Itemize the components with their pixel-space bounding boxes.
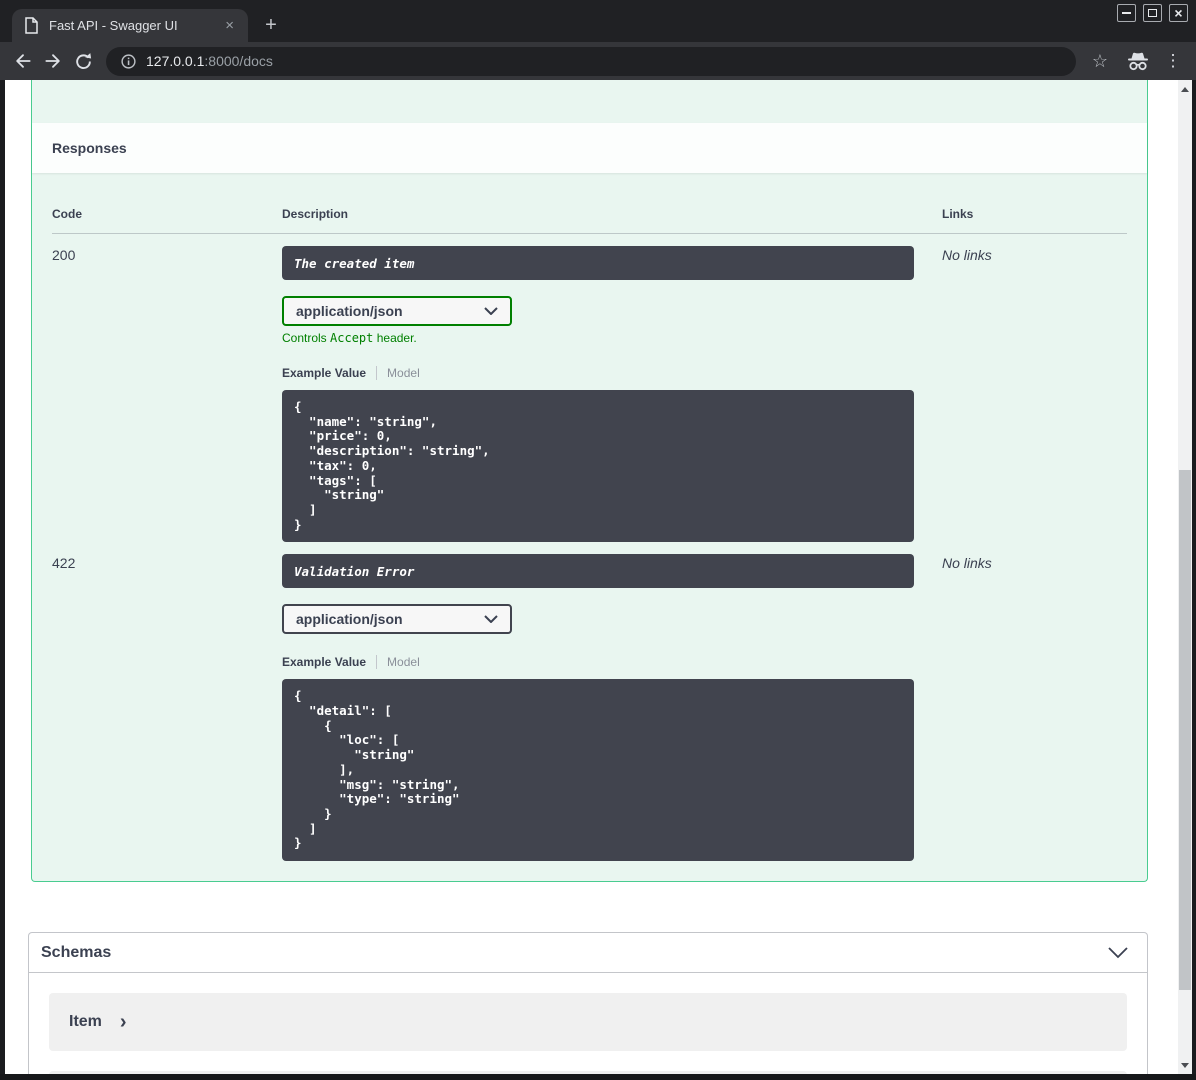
tab-divider: [376, 655, 378, 670]
response-description-cell-200: The created item application/json Contro…: [282, 234, 942, 543]
responses-section-header: Responses: [32, 123, 1147, 173]
incognito-icon: [1122, 50, 1154, 72]
browser-titlebar: Fast API - Swagger UI × + ×: [0, 0, 1196, 42]
tab-model[interactable]: Model: [387, 366, 420, 380]
page-favicon-document-icon: [24, 17, 39, 34]
schemas-header[interactable]: Schemas: [29, 933, 1147, 974]
example-json-block: { "detail": [ { "loc": [ "string" ], "ms…: [282, 679, 914, 862]
example-model-tabs: Example Value Model: [282, 655, 942, 670]
response-description-box: Validation Error: [282, 554, 914, 589]
scrollbar-thumb[interactable]: [1179, 470, 1191, 990]
browser-menu-icon[interactable]: ⋮: [1160, 51, 1186, 71]
forward-button[interactable]: [38, 46, 68, 76]
response-description-text: The created item: [294, 255, 415, 271]
media-type-select[interactable]: application/json: [282, 296, 512, 326]
swagger-page: Responses Code Description Links 200 The…: [0, 80, 1196, 1080]
chevron-right-icon: ›: [119, 1011, 127, 1034]
back-arrow-icon: [16, 54, 31, 68]
response-code-200: 200: [52, 247, 76, 263]
chevron-down-icon: [1108, 947, 1128, 959]
site-info-icon[interactable]: [120, 53, 137, 70]
reload-icon: [75, 52, 91, 69]
maximize-icon: [1148, 9, 1157, 17]
new-tab-button[interactable]: +: [258, 14, 284, 38]
tab-close-icon[interactable]: ×: [221, 18, 238, 33]
scroll-up-button[interactable]: [1178, 82, 1192, 96]
response-links-422: No links: [942, 555, 992, 572]
tab-divider: [376, 366, 378, 380]
tab-example-value[interactable]: Example Value: [282, 366, 366, 380]
url-text: 127.0.0.1:8000/docs: [146, 53, 273, 69]
scroll-down-icon: [1181, 1062, 1189, 1068]
schemas-title: Schemas: [41, 943, 112, 961]
accept-header-note: Controls Accept header.: [282, 331, 942, 345]
model-row-item[interactable]: Item ›: [49, 993, 1127, 1052]
models-list: Item › ValidationError ›: [29, 973, 1147, 1080]
media-type-value: application/json: [296, 303, 403, 319]
window-controls: ×: [1117, 4, 1188, 22]
maximize-button[interactable]: [1143, 4, 1162, 22]
example-json-block: { "name": "string", "price": 0, "descrip…: [282, 390, 914, 543]
opblock-spacer: [32, 80, 1147, 123]
operation-block: Responses Code Description Links 200 The…: [31, 80, 1148, 883]
scroll-down-button[interactable]: [1178, 1058, 1192, 1072]
response-description-text: Validation Error: [294, 563, 415, 579]
response-code-422: 422: [52, 555, 76, 572]
responses-title: Responses: [52, 140, 127, 156]
bookmark-star-icon[interactable]: ☆: [1086, 51, 1114, 72]
example-json-text: { "detail": [ { "loc": [ "string" ], "ms…: [294, 688, 460, 851]
responses-table: Code Description Links 200 The created i…: [52, 193, 1127, 862]
example-json-text: { "name": "string", "price": 0, "descrip…: [294, 399, 490, 532]
response-links-200: No links: [942, 247, 992, 263]
close-icon: ×: [1174, 5, 1183, 21]
back-button[interactable]: [8, 46, 38, 76]
minimize-button[interactable]: [1117, 4, 1136, 22]
window-frame-right: [1192, 80, 1196, 1080]
window-frame-left: [0, 80, 5, 1080]
tab-example-value[interactable]: Example Value: [282, 655, 366, 669]
schemas-section: Schemas Item › ValidationError ›: [28, 932, 1148, 1080]
column-header-code: Code: [52, 193, 282, 234]
page-scrollbar[interactable]: [1178, 80, 1192, 1080]
url-host: 127.0.0.1: [146, 53, 205, 69]
close-button[interactable]: ×: [1169, 4, 1188, 22]
column-header-description: Description: [282, 193, 942, 234]
scroll-up-icon: [1181, 86, 1189, 92]
reload-button[interactable]: [68, 46, 98, 76]
example-model-tabs: Example Value Model: [282, 366, 942, 380]
forward-arrow-icon: [45, 54, 60, 68]
response-description-cell-422: Validation Error application/json Exampl…: [282, 542, 942, 862]
accept-note-prefix: Controls: [282, 331, 331, 345]
accept-note-suffix: header.: [373, 331, 417, 345]
accept-note-code: Accept: [330, 331, 374, 345]
media-type-select[interactable]: application/json: [282, 604, 512, 635]
minimize-icon: [1122, 12, 1131, 14]
browser-window: Fast API - Swagger UI × + × 127.0.0.1:80…: [0, 0, 1196, 1080]
model-name: Item: [69, 1013, 102, 1031]
url-path: :8000/docs: [204, 53, 273, 69]
column-header-links: Links: [942, 193, 1127, 234]
responses-table-wrapper: Code Description Links 200 The created i…: [32, 173, 1147, 881]
response-description-box: The created item: [282, 246, 914, 280]
tab-model[interactable]: Model: [387, 655, 420, 669]
chevron-down-icon: [484, 615, 498, 624]
tab-title: Fast API - Swagger UI: [49, 18, 178, 33]
chevron-down-icon: [484, 307, 498, 315]
media-type-value: application/json: [296, 611, 403, 628]
address-bar[interactable]: 127.0.0.1:8000/docs: [106, 46, 1076, 76]
browser-toolbar: 127.0.0.1:8000/docs ☆ ⋮: [0, 42, 1196, 80]
window-frame-bottom: [0, 1074, 1196, 1080]
browser-tab[interactable]: Fast API - Swagger UI ×: [12, 9, 248, 42]
